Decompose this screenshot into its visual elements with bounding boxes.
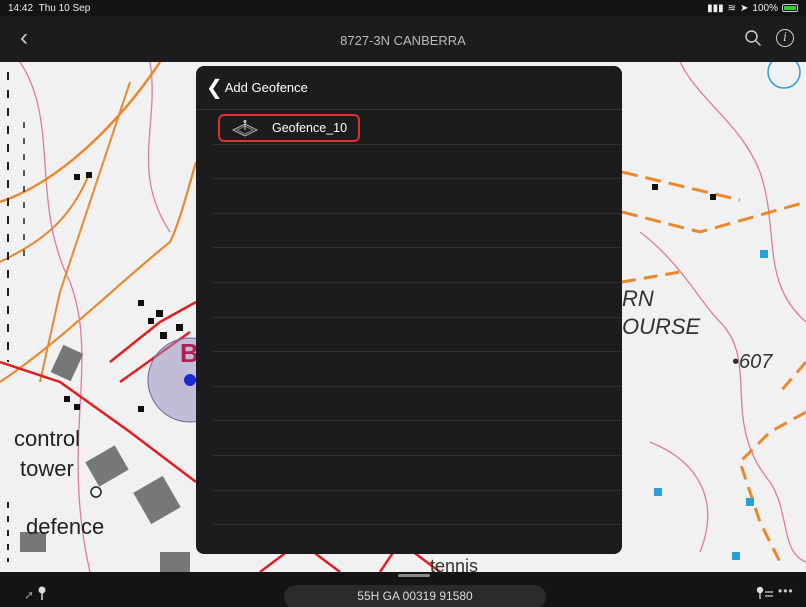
status-bar: 14:42 Thu 10 Sep ▮▮▮ ≋ ➤ 100% [0,0,806,16]
location-icon: ➤ [740,2,749,14]
list-row [212,421,622,456]
panel-header: ❮ Add Geofence [196,66,622,110]
add-geofence-panel: ❮ Add Geofence Geofence_10 [196,66,622,554]
list-row [212,283,622,318]
geofence-icon [232,120,258,137]
list-row [212,387,622,422]
drag-handle[interactable] [398,574,430,577]
list-row [212,491,622,526]
list-row [212,145,622,180]
pin-list-icon[interactable] [756,586,774,600]
status-time: 14:42 [8,2,34,14]
nav-bar: ‹ 8727-3N CANBERRA i [0,16,806,62]
map-title: 8727-3N CANBERRA [340,33,466,48]
more-icon[interactable]: ••• [778,584,794,598]
panel-title[interactable]: Add Geofence [225,80,308,95]
list-row [212,248,622,283]
pin-icon[interactable] [38,586,46,600]
list-row [212,352,622,387]
map-label-tower: tower [20,456,74,481]
status-date: Thu 10 Sep [38,2,91,14]
list-row [212,179,622,214]
search-icon[interactable] [744,29,762,47]
map-label-control: control [14,426,80,451]
signal-icon: ▮▮▮ [707,2,724,14]
list-row [212,214,622,249]
info-icon[interactable]: i [776,29,794,47]
list-row [212,318,622,353]
geofence-item[interactable]: Geofence_10 [218,114,360,142]
geofence-label: Geofence_10 [272,121,348,135]
wifi-icon: ≋ [727,2,737,14]
map-label-defence: defence [26,514,104,539]
map-label-tennis: tennis [430,556,478,572]
battery-icon [782,4,798,12]
back-chevron-icon[interactable]: ❮ [206,78,223,98]
list-row [212,456,622,491]
bottom-bar: ➚ 55H GA 00319 91580 ••• [0,572,806,607]
battery-percent: 100% [752,2,778,14]
list-row: Geofence_10 [212,110,622,145]
map-label-elevation: •607 [732,351,773,373]
map-label-ourse: OURSE [622,314,701,339]
coordinate-readout[interactable]: 55H GA 00319 91580 [284,585,546,607]
status-right: ▮▮▮ ≋ ➤ 100% [707,3,798,14]
navigation-arrow-icon[interactable]: ➚ [24,588,34,602]
map-label-rn: RN [622,286,654,311]
